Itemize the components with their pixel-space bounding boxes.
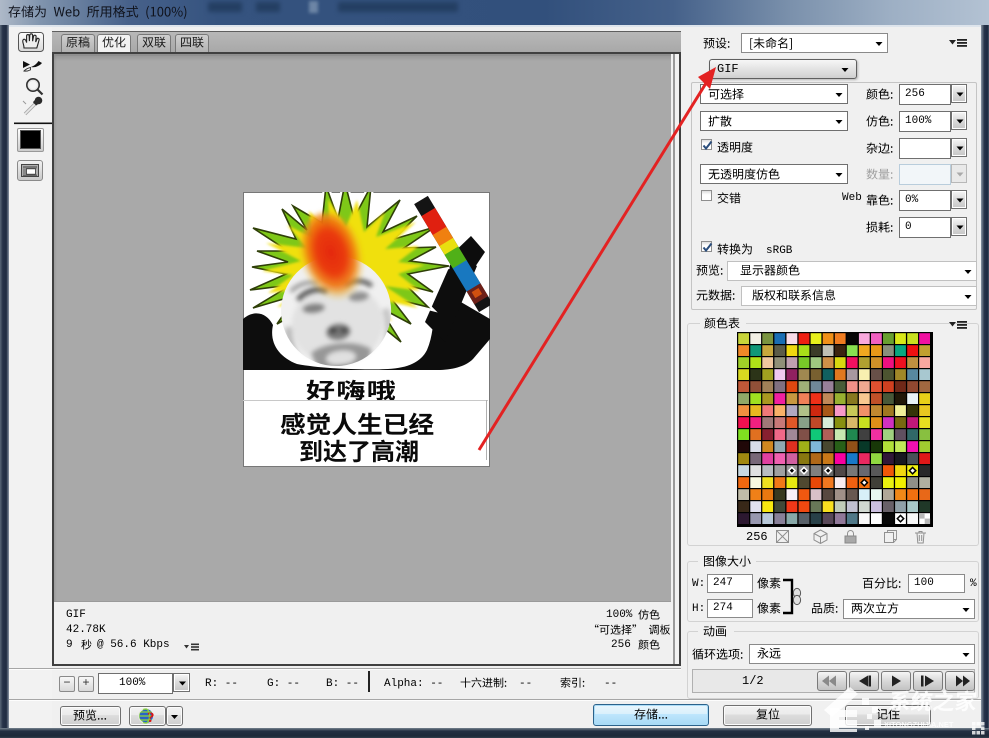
svg-text:?: ? [147, 710, 155, 726]
